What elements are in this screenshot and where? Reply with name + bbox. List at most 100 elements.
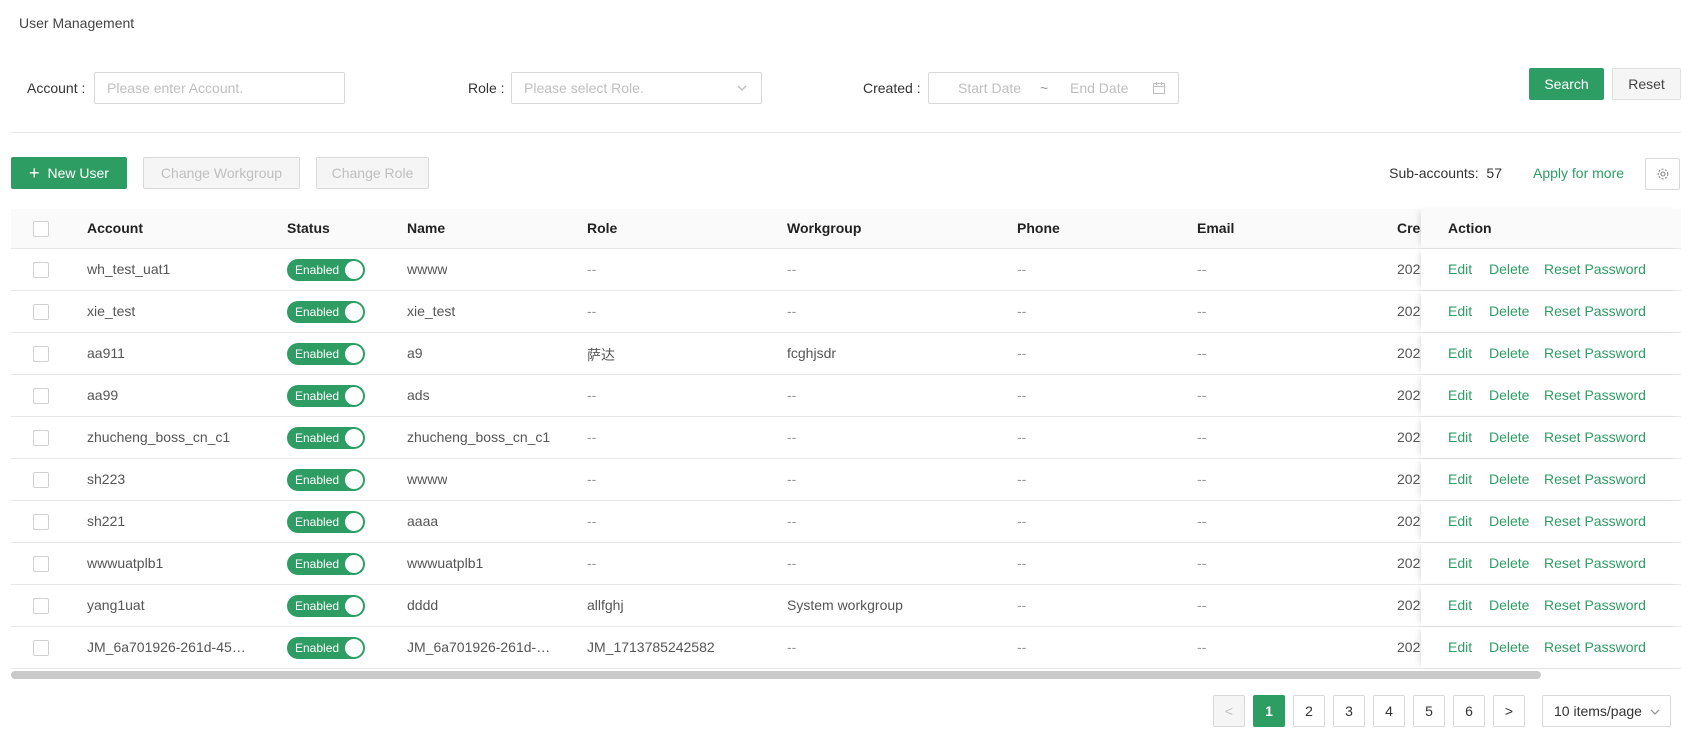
reset-password-link[interactable]: Reset Password: [1544, 303, 1646, 319]
apply-for-more-link[interactable]: Apply for more: [1533, 165, 1624, 181]
row-checkbox[interactable]: [33, 262, 49, 278]
table-row: Enabled xie_test xie_test -- -- -- -- 202 Edit De…: [11, 291, 1681, 333]
status-toggle[interactable]: Enabled: [287, 301, 365, 323]
row-checkbox[interactable]: [33, 472, 49, 488]
row-checkbox[interactable]: [33, 346, 49, 362]
status-toggle-label: Enabled: [295, 473, 340, 487]
filter-divider: [11, 132, 1681, 133]
next-page-button[interactable]: >: [1493, 695, 1525, 727]
new-user-button[interactable]: + New User: [11, 157, 127, 189]
delete-link[interactable]: Delete: [1489, 471, 1529, 487]
cell-email: --: [1197, 387, 1207, 403]
delete-link[interactable]: Delete: [1489, 429, 1529, 445]
table-row: Enabled zhucheng_boss_cn_c1 zhucheng_boss_…: [11, 417, 1681, 459]
cell-email: --: [1197, 513, 1207, 529]
edit-link[interactable]: Edit: [1448, 429, 1472, 445]
edit-link[interactable]: Edit: [1448, 261, 1472, 277]
reset-password-link[interactable]: Reset Password: [1544, 471, 1646, 487]
select-all-checkbox[interactable]: [33, 221, 49, 237]
date-range-picker[interactable]: Start Date ~ End Date: [928, 72, 1179, 104]
reset-password-link[interactable]: Reset Password: [1544, 639, 1646, 655]
prev-page-button[interactable]: <: [1213, 695, 1245, 727]
page-button-4[interactable]: 4: [1373, 695, 1405, 727]
cell-account: aa911: [87, 345, 125, 361]
cell-role: --: [587, 387, 597, 403]
status-toggle-label: Enabled: [295, 431, 340, 445]
reset-password-link[interactable]: Reset Password: [1544, 513, 1646, 529]
toggle-knob: [345, 555, 363, 573]
reset-button[interactable]: Reset: [1612, 68, 1681, 100]
reset-password-link[interactable]: Reset Password: [1544, 429, 1646, 445]
status-toggle[interactable]: Enabled: [287, 637, 365, 659]
status-toggle[interactable]: Enabled: [287, 385, 365, 407]
cell-created: 202: [1397, 597, 1421, 613]
row-checkbox[interactable]: [33, 640, 49, 656]
row-checkbox[interactable]: [33, 598, 49, 614]
edit-link[interactable]: Edit: [1448, 303, 1472, 319]
table-row: Enabled aa99 ads -- -- -- -- 202 Edit Delete Reset…: [11, 375, 1681, 417]
reset-password-link[interactable]: Reset Password: [1544, 261, 1646, 277]
status-toggle[interactable]: Enabled: [287, 259, 365, 281]
status-toggle-label: Enabled: [295, 599, 340, 613]
page-size-select[interactable]: 10 items/page: [1542, 695, 1671, 727]
reset-password-link[interactable]: Reset Password: [1544, 387, 1646, 403]
table-row: Enabled sh221 aaaa -- -- -- -- 202 Edit Delete Res…: [11, 501, 1681, 543]
row-actions: Edit Delete Reset Password: [1421, 249, 1681, 290]
page-button-6[interactable]: 6: [1453, 695, 1485, 727]
delete-link[interactable]: Delete: [1489, 303, 1529, 319]
cell-phone: --: [1017, 597, 1027, 613]
row-checkbox[interactable]: [33, 430, 49, 446]
delete-link[interactable]: Delete: [1489, 513, 1529, 529]
row-actions: Edit Delete Reset Password: [1421, 627, 1681, 668]
row-checkbox[interactable]: [33, 556, 49, 572]
row-checkbox[interactable]: [33, 514, 49, 530]
cell-phone: --: [1017, 555, 1027, 571]
edit-link[interactable]: Edit: [1448, 597, 1472, 613]
status-toggle[interactable]: Enabled: [287, 427, 365, 449]
edit-link[interactable]: Edit: [1448, 345, 1472, 361]
cell-workgroup: --: [787, 387, 797, 403]
status-toggle[interactable]: Enabled: [287, 553, 365, 575]
edit-link[interactable]: Edit: [1448, 639, 1472, 655]
page-button-2[interactable]: 2: [1293, 695, 1325, 727]
reset-password-link[interactable]: Reset Password: [1544, 345, 1646, 361]
toggle-knob: [345, 429, 363, 447]
reset-password-link[interactable]: Reset Password: [1544, 597, 1646, 613]
edit-link[interactable]: Edit: [1448, 513, 1472, 529]
column-settings-button[interactable]: [1645, 158, 1680, 190]
delete-link[interactable]: Delete: [1489, 345, 1529, 361]
delete-link[interactable]: Delete: [1489, 387, 1529, 403]
delete-link[interactable]: Delete: [1489, 555, 1529, 571]
row-checkbox[interactable]: [33, 304, 49, 320]
page-title: User Management: [19, 15, 135, 31]
delete-link[interactable]: Delete: [1489, 261, 1529, 277]
edit-link[interactable]: Edit: [1448, 471, 1472, 487]
page-button-5[interactable]: 5: [1413, 695, 1445, 727]
reset-password-link[interactable]: Reset Password: [1544, 555, 1646, 571]
status-toggle[interactable]: Enabled: [287, 469, 365, 491]
horizontal-scrollbar[interactable]: [11, 671, 1541, 679]
role-select[interactable]: Please select Role.: [511, 72, 762, 104]
status-toggle[interactable]: Enabled: [287, 595, 365, 617]
row-actions: Edit Delete Reset Password: [1421, 375, 1681, 416]
row-checkbox[interactable]: [33, 388, 49, 404]
chevron-down-icon: [737, 85, 747, 91]
page-button-1[interactable]: 1: [1253, 695, 1285, 727]
delete-link[interactable]: Delete: [1489, 597, 1529, 613]
delete-link[interactable]: Delete: [1489, 639, 1529, 655]
status-toggle[interactable]: Enabled: [287, 511, 365, 533]
status-toggle[interactable]: Enabled: [287, 343, 365, 365]
cell-created: 202: [1397, 387, 1421, 403]
account-input-wrapper: [94, 72, 345, 104]
edit-link[interactable]: Edit: [1448, 555, 1472, 571]
change-workgroup-button[interactable]: Change Workgroup: [143, 157, 300, 189]
subaccounts-info: Sub-accounts: 57: [1389, 165, 1502, 181]
search-button[interactable]: Search: [1529, 68, 1604, 100]
edit-link[interactable]: Edit: [1448, 387, 1472, 403]
account-filter-label: Account :: [27, 80, 86, 96]
account-input[interactable]: [95, 73, 344, 103]
change-role-button[interactable]: Change Role: [316, 157, 429, 189]
page-button-3[interactable]: 3: [1333, 695, 1365, 727]
cell-workgroup: --: [787, 261, 797, 277]
subaccounts-count: 57: [1486, 165, 1502, 181]
